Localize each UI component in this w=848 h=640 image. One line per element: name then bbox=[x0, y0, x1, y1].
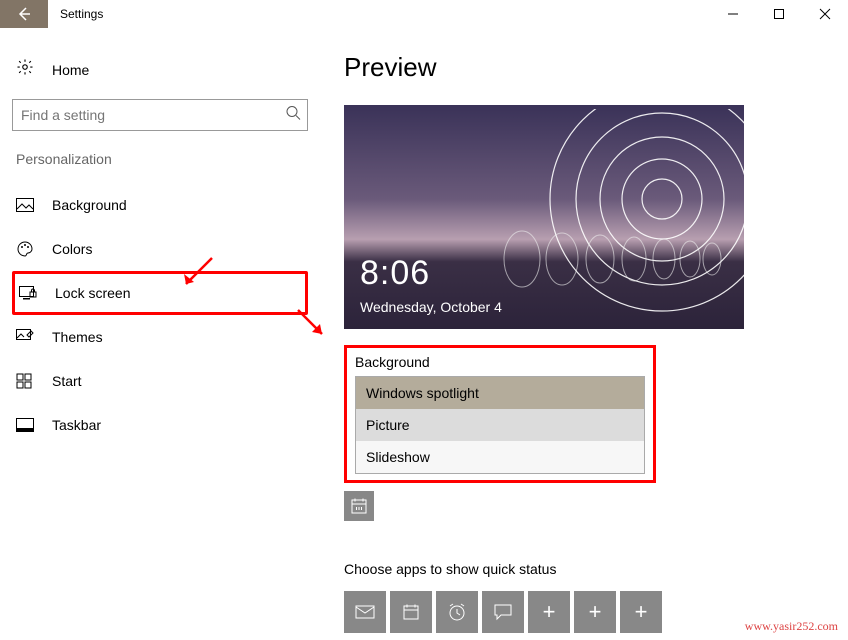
sidebar-item-taskbar[interactable]: Taskbar bbox=[12, 403, 308, 447]
quick-status-tile-mail[interactable] bbox=[344, 591, 386, 633]
dropdown-option-picture[interactable]: Picture bbox=[356, 409, 644, 441]
background-dropdown-section: Background Windows spotlight Picture Sli… bbox=[344, 345, 656, 483]
content-pane: Preview 8:06 Wednesday, October 4 Backgr… bbox=[320, 28, 848, 640]
quick-status-tile-add-3[interactable]: + bbox=[620, 591, 662, 633]
quick-status-label: Choose apps to show quick status bbox=[344, 561, 824, 577]
sidebar-item-colors[interactable]: Colors bbox=[12, 227, 308, 271]
window-title: Settings bbox=[48, 0, 103, 28]
close-button[interactable] bbox=[802, 0, 848, 28]
search-input-wrapper[interactable] bbox=[12, 99, 308, 131]
watermark: www.yasir252.com bbox=[745, 619, 838, 634]
plus-icon: + bbox=[635, 599, 648, 625]
palette-icon bbox=[16, 240, 36, 258]
sidebar-item-label: Start bbox=[52, 373, 82, 389]
plus-icon: + bbox=[589, 599, 602, 625]
dropdown-option-slideshow[interactable]: Slideshow bbox=[356, 441, 644, 473]
sidebar-item-label: Taskbar bbox=[52, 417, 101, 433]
preview-graphic bbox=[482, 109, 744, 319]
back-button[interactable] bbox=[0, 0, 48, 28]
sidebar-item-lock-screen[interactable]: Lock screen bbox=[12, 271, 308, 315]
home-label: Home bbox=[52, 62, 89, 78]
background-dropdown[interactable]: Windows spotlight Picture Slideshow bbox=[355, 376, 645, 474]
start-icon bbox=[16, 373, 36, 389]
search-icon bbox=[285, 105, 301, 126]
arrow-left-icon bbox=[15, 5, 33, 23]
page-heading: Preview bbox=[344, 52, 824, 83]
sidebar-item-themes[interactable]: Themes bbox=[12, 315, 308, 359]
sidebar-item-label: Themes bbox=[52, 329, 103, 345]
picture-icon bbox=[16, 198, 36, 212]
quick-status-tile-messaging[interactable] bbox=[482, 591, 524, 633]
minimize-button[interactable] bbox=[710, 0, 756, 28]
detailed-status-app-tile[interactable] bbox=[344, 491, 374, 521]
chat-icon bbox=[493, 603, 513, 621]
calendar-icon bbox=[350, 497, 368, 515]
quick-status-tile-add-2[interactable]: + bbox=[574, 591, 616, 633]
quick-status-tile-alarm[interactable] bbox=[436, 591, 478, 633]
lock-screen-icon bbox=[19, 286, 39, 300]
sidebar-item-label: Background bbox=[52, 197, 127, 213]
calendar-icon bbox=[402, 603, 420, 621]
themes-icon bbox=[16, 329, 36, 345]
section-title: Personalization bbox=[16, 151, 308, 167]
sidebar-item-label: Lock screen bbox=[55, 285, 130, 301]
taskbar-icon bbox=[16, 418, 36, 432]
sidebar: Home Personalization Background Colors L… bbox=[0, 28, 320, 640]
gear-icon bbox=[16, 58, 36, 81]
lock-screen-preview: 8:06 Wednesday, October 4 bbox=[344, 105, 744, 329]
close-icon bbox=[819, 8, 831, 20]
quick-status-tile-add-1[interactable]: + bbox=[528, 591, 570, 633]
alarm-icon bbox=[447, 602, 467, 622]
mail-icon bbox=[355, 605, 375, 619]
sidebar-item-start[interactable]: Start bbox=[12, 359, 308, 403]
maximize-button[interactable] bbox=[756, 0, 802, 28]
maximize-icon bbox=[773, 8, 785, 20]
quick-status-tile-calendar[interactable] bbox=[390, 591, 432, 633]
minimize-icon bbox=[727, 8, 739, 20]
plus-icon: + bbox=[543, 599, 556, 625]
dropdown-option-spotlight[interactable]: Windows spotlight bbox=[356, 377, 644, 409]
sidebar-item-background[interactable]: Background bbox=[12, 183, 308, 227]
dropdown-label: Background bbox=[355, 354, 645, 370]
preview-date: Wednesday, October 4 bbox=[360, 299, 502, 315]
preview-clock: 8:06 bbox=[360, 254, 430, 293]
sidebar-item-label: Colors bbox=[52, 241, 92, 257]
search-input[interactable] bbox=[13, 100, 307, 130]
home-nav[interactable]: Home bbox=[12, 52, 308, 99]
